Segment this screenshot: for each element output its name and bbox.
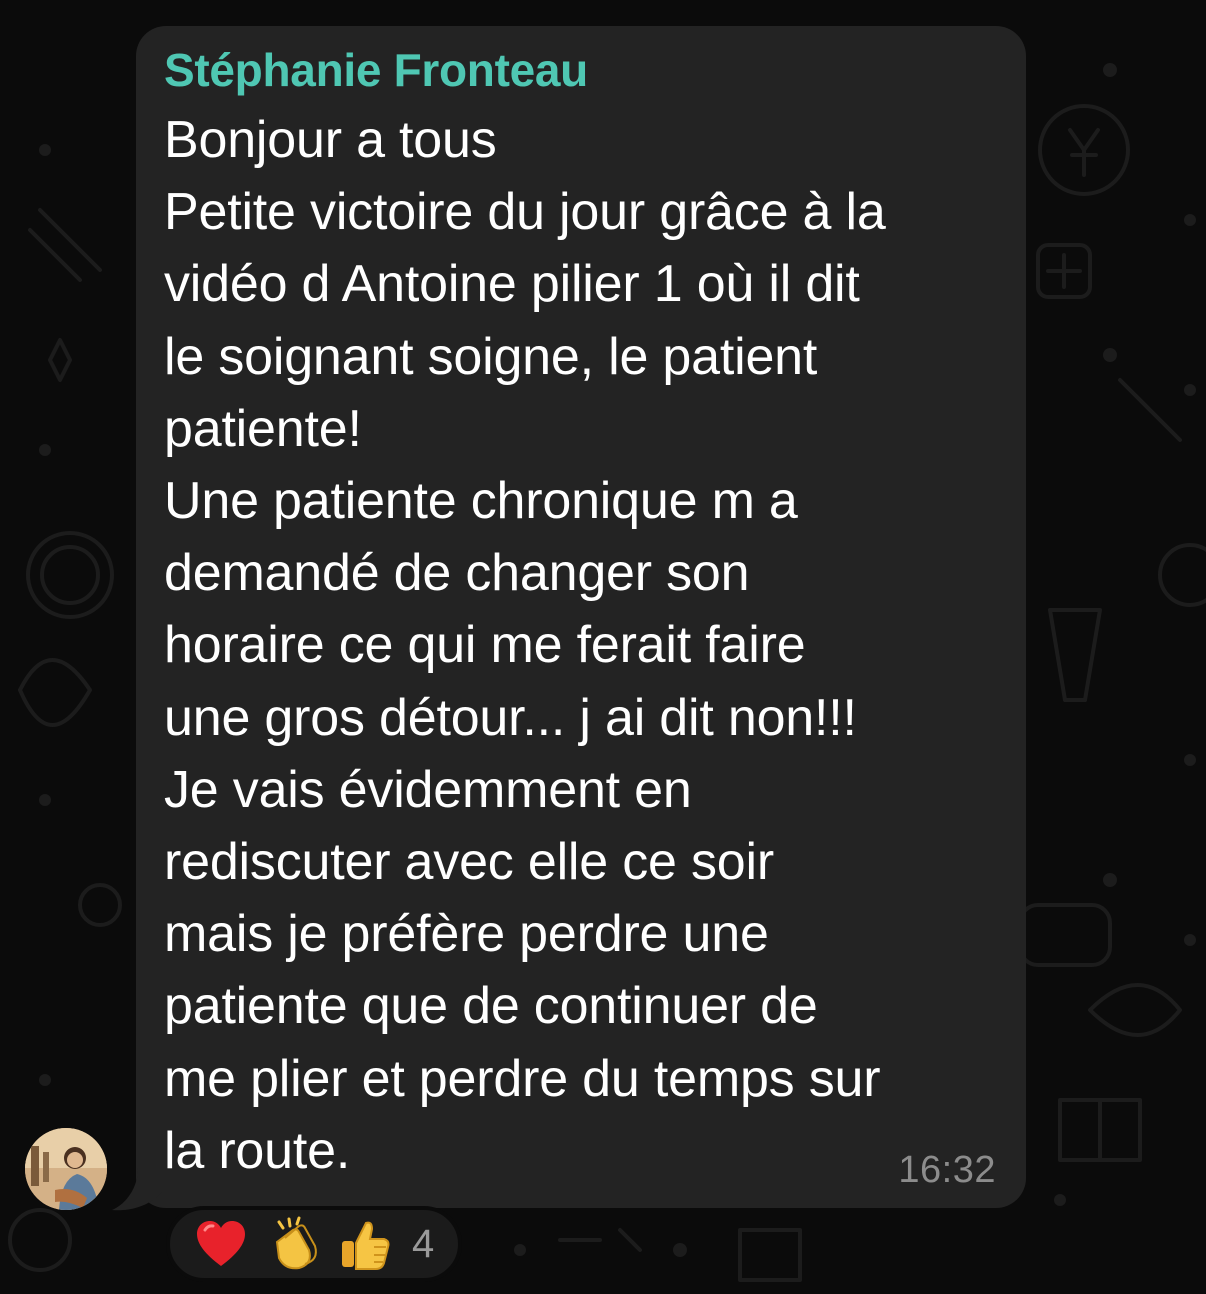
message-line: Petite victoire du jour grâce à la (164, 183, 886, 242)
message-bubble[interactable]: Stéphanie Fronteau Bonjour a tous Petite… (136, 26, 1026, 1208)
message-line: la route. (164, 1121, 351, 1180)
message-text: Bonjour a tous Petite victoire du jour g… (164, 104, 996, 1187)
message-line: patiente que de continuer de (164, 977, 818, 1036)
message-line: vidéo d Antoine pilier 1 où il dit (164, 255, 860, 314)
message-line: mais je préfère perdre une (164, 905, 769, 964)
message-line: Je vais évidemment en (164, 760, 692, 819)
message-line: me plier et perdre du temps sur (164, 1049, 881, 1108)
message-line: Une patiente chronique m a (164, 472, 798, 531)
message-line: horaire ce qui me ferait faire (164, 616, 806, 675)
message-line: Bonjour a tous (164, 111, 497, 169)
message-line: demandé de changer son (164, 544, 750, 603)
avatar-image-icon (25, 1128, 107, 1210)
reactions-bar[interactable]: 4 (166, 1206, 462, 1282)
message-line: une gros détour... j ai dit non!!! (164, 688, 857, 747)
message-line: le soignant soigne, le patient (164, 327, 818, 386)
sender-avatar[interactable] (25, 1128, 107, 1210)
sender-name[interactable]: Stéphanie Fronteau (164, 44, 996, 96)
red-heart-icon[interactable] (192, 1215, 250, 1273)
bubble-tail (112, 1168, 162, 1211)
reaction-count: 4 (412, 1221, 435, 1266)
message-line: rediscuter avec elle ce soir (164, 833, 774, 892)
message-timestamp: 16:32 (898, 1149, 996, 1191)
clapping-hands-icon[interactable] (264, 1215, 322, 1273)
thumbs-up-icon[interactable] (336, 1215, 394, 1273)
message-line: patiente! (164, 399, 362, 458)
